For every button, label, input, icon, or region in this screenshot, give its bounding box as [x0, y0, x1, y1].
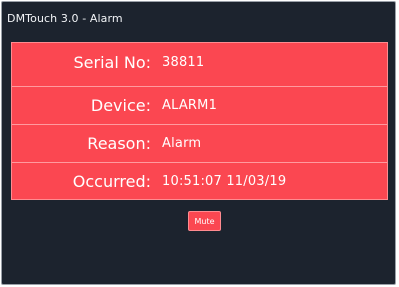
reason-row: Reason: Alarm: [12, 124, 387, 162]
reason-value: Alarm: [162, 136, 202, 151]
serial-number-row: Serial No: 38811: [12, 43, 387, 81]
serial-number-label: Serial No:: [73, 52, 151, 72]
alarm-window: DMTouch 3.0 - Alarm Serial No: 38811 Dev…: [1, 1, 396, 285]
device-label: Device:: [90, 96, 151, 115]
mute-button[interactable]: Mute: [188, 211, 221, 231]
serial-number-value: 38811: [162, 54, 205, 70]
reason-label: Reason:: [87, 134, 151, 153]
device-row: Device: ALARM1: [12, 86, 387, 124]
occurred-row: Occurred: 10:51:07 11/03/19: [12, 162, 387, 200]
occurred-label: Occurred:: [72, 172, 151, 191]
window-title-bar: DMTouch 3.0 - Alarm: [2, 2, 395, 35]
occurred-value: 10:51:07 11/03/19: [162, 174, 287, 189]
window-title: DMTouch 3.0 - Alarm: [7, 12, 123, 25]
device-value: ALARM1: [162, 98, 218, 113]
alarm-details-panel: Serial No: 38811 Device: ALARM1 Reason: …: [11, 42, 388, 200]
